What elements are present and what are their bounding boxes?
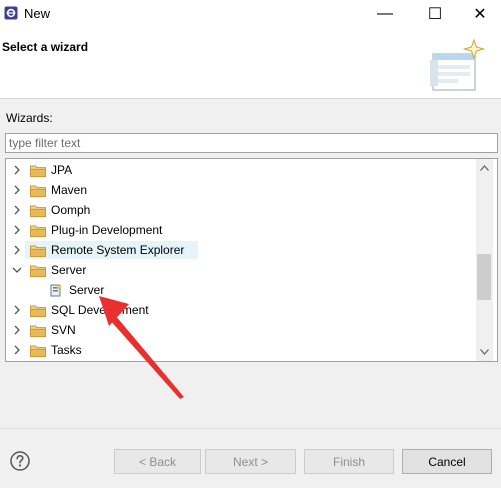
tree-item[interactable]: Maven [6,180,478,200]
tree-item-label: Oomph [51,203,91,217]
wizard-tree[interactable]: JPA Maven Oomph Plug-in Development Remote S… [5,158,498,362]
server-wizard-icon [50,284,62,297]
folder-icon [30,265,46,277]
wizard-header: Select a wizard [0,28,501,99]
window-title: New [24,6,51,21]
chevron-right-icon[interactable] [12,344,22,356]
footer-separator [0,428,501,429]
scroll-up-arrow-icon[interactable] [480,165,489,171]
tree-item[interactable]: SVN [6,320,478,340]
tree-item-label: Maven [51,183,88,197]
help-icon[interactable] [10,451,30,471]
folder-icon [30,225,46,237]
cancel-button[interactable]: Cancel [402,449,492,474]
title-bar: New — ☐ ✕ [0,0,501,28]
next-button[interactable]: Next > [205,449,296,474]
folder-icon [30,345,46,357]
tree-item[interactable]: JPA [6,160,478,180]
tree-item-label: Remote System Explorer [51,243,185,257]
new-wizard-banner-icon [430,38,486,91]
wizards-label: Wizards: [6,111,53,125]
tree-item-label: Plug-in Development [51,223,163,237]
close-button[interactable]: ✕ [457,0,501,28]
folder-icon [30,205,46,217]
maximize-button[interactable]: ☐ [412,0,458,28]
eclipse-app-icon [4,6,18,20]
tree-item[interactable]: Tasks [6,340,478,360]
folder-icon [30,305,46,317]
chevron-down-icon[interactable] [12,264,22,276]
page-title: Select a wizard [2,40,89,54]
chevron-right-icon[interactable] [12,164,22,176]
back-button[interactable]: < Back [114,449,201,474]
tree-item[interactable]: Remote System Explorer [6,240,478,260]
chevron-right-icon[interactable] [12,204,22,216]
tree-item[interactable]: Oomph [6,200,478,220]
folder-icon [30,165,46,177]
tree-item[interactable]: Server [6,280,478,300]
filter-input[interactable] [5,133,498,153]
tree-item-label: SVN [51,323,76,337]
tree-item[interactable]: SQL Development [6,300,478,320]
finish-button[interactable]: Finish [304,449,394,474]
minimize-button[interactable]: — [362,0,408,28]
tree-item-label: Server [51,263,87,277]
tree-item-label: Server [69,283,105,297]
tree-scrollbar[interactable] [476,159,493,361]
chevron-right-icon[interactable] [12,324,22,336]
chevron-right-icon[interactable] [12,224,22,236]
folder-icon [30,185,46,197]
scroll-down-arrow-icon[interactable] [480,349,489,355]
tree-item-label: SQL Development [51,303,149,317]
chevron-right-icon[interactable] [12,184,22,196]
folder-icon [30,325,46,337]
tree-item-label: Tasks [51,343,82,357]
tree-item[interactable]: Plug-in Development [6,220,478,240]
tree-item-label: JPA [51,163,73,177]
scroll-thumb[interactable] [477,254,491,300]
folder-icon [30,245,46,257]
tree-item[interactable]: Server [6,260,478,280]
chevron-right-icon[interactable] [12,304,22,316]
chevron-right-icon[interactable] [12,244,22,256]
